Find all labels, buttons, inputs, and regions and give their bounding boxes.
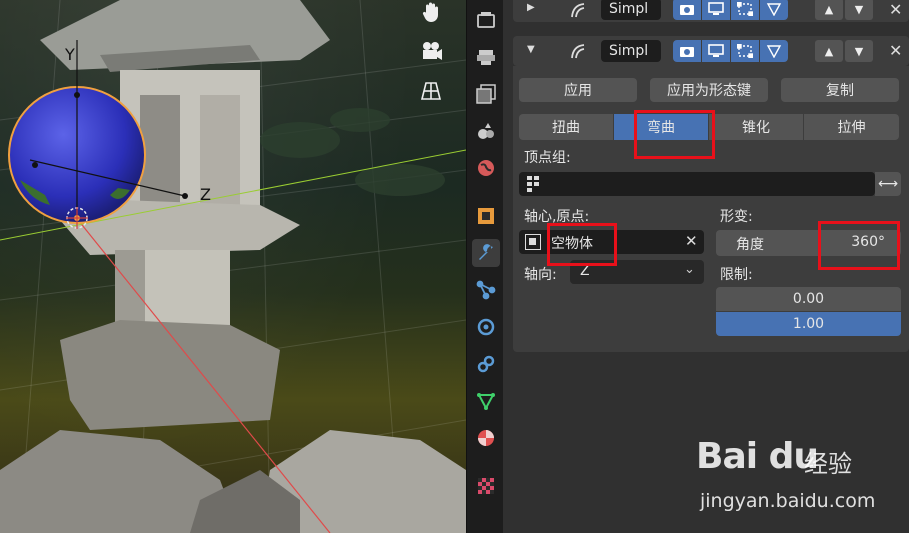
chevron-down-icon: ⌄ bbox=[684, 262, 695, 277]
scene-properties-tab-icon[interactable] bbox=[472, 117, 500, 145]
edit-mode-cage-icon[interactable] bbox=[673, 0, 701, 20]
limit-min-field[interactable]: 0.00 bbox=[716, 287, 901, 311]
angle-field[interactable]: 角度 360° bbox=[716, 230, 901, 256]
invert-vertex-group-icon[interactable]: ⟷ bbox=[875, 172, 901, 196]
viewport-scene: Y Z bbox=[0, 0, 466, 533]
mode-taper[interactable]: 锥化 bbox=[709, 114, 804, 140]
modifier-header[interactable]: ▼ Simpl ▲ ▼ ✕ bbox=[513, 36, 909, 66]
collapse-arrow-icon[interactable]: ▼ bbox=[527, 44, 535, 55]
move-down-icon[interactable]: ▼ bbox=[845, 0, 873, 20]
vertex-group-label: 顶点组: bbox=[524, 150, 571, 166]
apply-as-shape-button[interactable]: 应用为形态键 bbox=[650, 78, 768, 102]
origin-field[interactable]: 空物体 ✕ bbox=[519, 230, 704, 254]
mode-stretch[interactable]: 拉伸 bbox=[804, 114, 899, 140]
grid-perspective-icon[interactable] bbox=[420, 80, 450, 110]
edit-mode-cage-icon[interactable] bbox=[673, 40, 701, 62]
object-properties-tab-icon[interactable] bbox=[472, 202, 500, 230]
modifier-name-field[interactable]: Simpl bbox=[601, 0, 661, 20]
material-tab-icon[interactable] bbox=[472, 424, 500, 452]
viewport-display-icon[interactable] bbox=[702, 0, 730, 20]
axis-z-label: Z bbox=[200, 185, 211, 204]
texture-tab-icon[interactable] bbox=[472, 472, 500, 500]
modifier-toggles bbox=[673, 0, 789, 20]
expand-arrow-icon[interactable]: ▶ bbox=[527, 2, 535, 13]
simple-deform-icon bbox=[569, 42, 587, 64]
output-properties-tab-icon[interactable] bbox=[472, 43, 500, 71]
close-icon[interactable]: ✕ bbox=[889, 41, 902, 60]
limit-max-field[interactable]: 1.00 bbox=[716, 312, 901, 336]
edit-mode-icon[interactable] bbox=[731, 0, 759, 20]
origin-value: 空物体 bbox=[551, 236, 593, 252]
empty-object-icon bbox=[525, 234, 541, 250]
close-icon[interactable]: ✕ bbox=[889, 0, 902, 19]
constraints-tab-icon[interactable] bbox=[472, 350, 500, 378]
move-up-icon[interactable]: ▲ bbox=[815, 0, 843, 20]
angle-label: 角度 bbox=[736, 237, 764, 253]
move-arrows: ▲ ▼ bbox=[815, 0, 875, 20]
move-down-icon[interactable]: ▼ bbox=[845, 40, 873, 62]
view-layer-tab-icon[interactable] bbox=[472, 80, 500, 108]
modifier-toggles bbox=[673, 40, 789, 62]
camera-icon[interactable] bbox=[420, 40, 450, 70]
object-data-tab-icon[interactable] bbox=[472, 387, 500, 415]
properties-tab-strip bbox=[466, 0, 504, 533]
simple-deform-icon bbox=[569, 1, 587, 23]
viewport-display-icon[interactable] bbox=[702, 40, 730, 62]
move-up-icon[interactable]: ▲ bbox=[815, 40, 843, 62]
origin-label: 轴心,原点: bbox=[524, 209, 590, 225]
mode-bend[interactable]: 弯曲 bbox=[614, 114, 709, 140]
modifier-name-field[interactable]: Simpl bbox=[601, 40, 661, 62]
vertex-group-field[interactable] bbox=[519, 172, 875, 196]
mode-twist[interactable]: 扭曲 bbox=[519, 114, 614, 140]
on-cage-icon[interactable] bbox=[760, 0, 788, 20]
3d-viewport[interactable]: Y Z bbox=[0, 0, 466, 533]
limits-label: 限制: bbox=[720, 267, 753, 283]
modifier-header-prev[interactable]: ▶ Simpl ▲ ▼ ✕ bbox=[513, 0, 909, 22]
edit-mode-icon[interactable] bbox=[731, 40, 759, 62]
deform-label: 形变: bbox=[720, 209, 753, 225]
move-arrows: ▲ ▼ bbox=[815, 40, 875, 62]
on-cage-icon[interactable] bbox=[760, 40, 788, 62]
clear-field-icon[interactable]: ✕ bbox=[685, 232, 698, 250]
apply-button[interactable]: 应用 bbox=[519, 78, 637, 102]
hand-icon[interactable] bbox=[420, 1, 450, 31]
physics-tab-icon[interactable] bbox=[472, 313, 500, 341]
axis-label: 轴向: bbox=[524, 267, 557, 283]
world-properties-tab-icon[interactable] bbox=[472, 154, 500, 182]
render-properties-tab-icon[interactable] bbox=[472, 6, 500, 34]
axis-value: Z bbox=[580, 263, 590, 279]
particles-tab-icon[interactable] bbox=[472, 276, 500, 304]
modifier-properties-tab-icon[interactable] bbox=[472, 239, 500, 267]
axis-dropdown[interactable]: Z ⌄ bbox=[570, 260, 704, 284]
vertex-group-icon bbox=[527, 176, 541, 196]
axis-y-label: Y bbox=[64, 45, 75, 64]
copy-button[interactable]: 复制 bbox=[781, 78, 899, 102]
angle-value: 360° bbox=[851, 234, 885, 250]
